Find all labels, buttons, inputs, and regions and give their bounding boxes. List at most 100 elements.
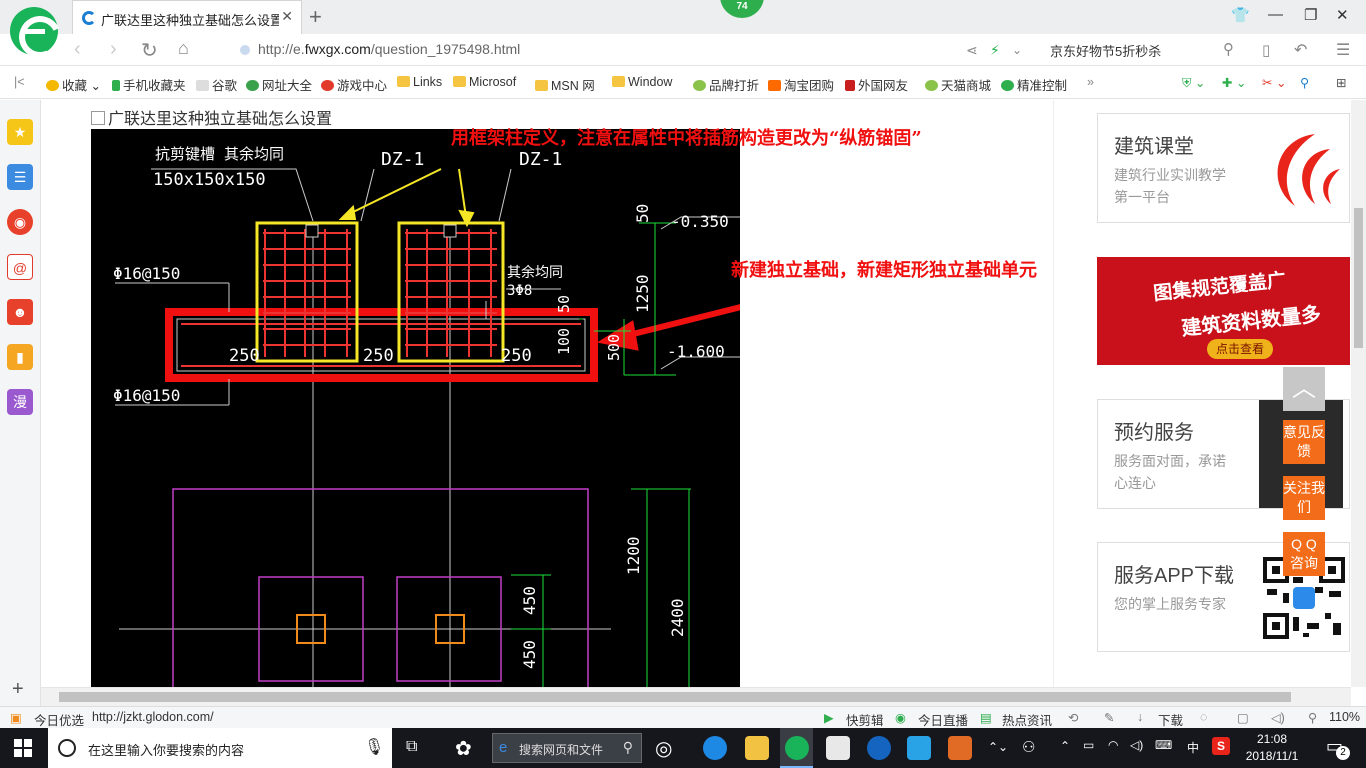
taskbar-scroll-icon[interactable]: ⌃⌄: [988, 740, 1008, 754]
pdf-icon[interactable]: [948, 736, 972, 760]
today-picks[interactable]: 今日优选: [34, 710, 84, 729]
ie-mode-icon[interactable]: ◌: [1200, 710, 1207, 724]
game-icon[interactable]: ☻: [7, 299, 33, 325]
accelerate-icon[interactable]: ⟲: [1068, 710, 1078, 725]
speaker-icon[interactable]: ◁): [1130, 738, 1143, 752]
microphone-icon[interactable]: 🎙: [364, 737, 384, 757]
bookmark-microsoft[interactable]: Microsof: [453, 75, 516, 89]
volume-icon[interactable]: ◁): [1271, 710, 1285, 725]
tray-expand-icon[interactable]: ⌃: [1060, 739, 1070, 753]
share-icon[interactable]: ⋖: [966, 42, 978, 59]
bookmark-taobao[interactable]: 淘宝团购: [768, 75, 834, 94]
edge-icon[interactable]: [867, 736, 891, 760]
live-link[interactable]: 今日直播: [918, 710, 968, 729]
card-course[interactable]: 建筑课堂 建筑行业实训教学第一平台: [1097, 113, 1350, 223]
bookmark-hao[interactable]: 网址大全: [246, 75, 312, 94]
keyboard-icon[interactable]: ⌨: [1155, 738, 1172, 752]
system-clock[interactable]: 21:08 2018/11/1: [1244, 731, 1300, 765]
horizontal-scrollbar[interactable]: [41, 687, 1351, 706]
shield-icon[interactable]: ⛨ ⌄: [1182, 75, 1205, 91]
explorer-icon[interactable]: [745, 736, 769, 760]
sogou-icon[interactable]: S: [1212, 737, 1230, 755]
tab-close-icon[interactable]: ✕: [281, 8, 293, 25]
news-link[interactable]: 热点资讯: [1002, 710, 1052, 729]
chevron-down-icon[interactable]: ⌄: [1012, 43, 1022, 57]
apps-icon[interactable]: ⊞: [1336, 75, 1346, 90]
restore-button[interactable]: ❐: [1304, 6, 1317, 24]
add-sidebar-button[interactable]: +: [12, 678, 24, 701]
feedback-button[interactable]: 意见反馈: [1283, 420, 1325, 464]
search-input[interactable]: 京东好物节5折秒杀: [1050, 41, 1161, 60]
comic-icon[interactable]: 漫: [7, 389, 33, 415]
chrome-like-icon[interactable]: ◎: [655, 736, 672, 761]
ie-icon[interactable]: [703, 736, 727, 760]
horizontal-scroll-thumb[interactable]: [59, 692, 1291, 702]
star-icon[interactable]: ★: [7, 119, 33, 145]
window-icon[interactable]: ▢: [1237, 710, 1249, 725]
promo-banner[interactable]: 图集规范覆盖广 建筑资料数量多 点击查看: [1097, 257, 1350, 365]
news-icon[interactable]: ☰: [7, 164, 33, 190]
ime-indicator[interactable]: 中: [1187, 739, 1199, 756]
bookmark-links[interactable]: Links: [397, 75, 442, 89]
clip-link[interactable]: 快剪辑: [846, 710, 884, 729]
taskbar-search-input[interactable]: 在这里输入你要搜索的内容: [88, 740, 244, 759]
download-link[interactable]: 下载: [1158, 710, 1183, 729]
bookmark-tmall[interactable]: 天猫商城: [925, 75, 991, 94]
pin-icon[interactable]: ✎: [1104, 710, 1114, 725]
home-icon[interactable]: ⌂: [178, 38, 189, 59]
search-box[interactable]: 京东好物节5折秒杀 ⚲: [1038, 37, 1238, 63]
notification-badge[interactable]: 74: [720, 0, 764, 18]
windows-start-icon[interactable]: [14, 739, 32, 757]
qq-button[interactable]: Q Q 咨询: [1283, 532, 1325, 576]
vertical-scrollbar[interactable]: [1351, 100, 1366, 687]
phone-icon[interactable]: ▯: [1262, 41, 1270, 59]
lightning-icon[interactable]: ⚡: [990, 42, 1000, 59]
vertical-scroll-thumb[interactable]: [1354, 208, 1363, 348]
bookmark-control[interactable]: 精准控制: [1001, 75, 1067, 94]
bookmark-games[interactable]: 游戏中心: [321, 75, 387, 94]
follow-button[interactable]: 关注我们: [1283, 476, 1325, 520]
close-window-button[interactable]: ✕: [1336, 6, 1349, 24]
bookmark-msn[interactable]: MSN 网: [535, 75, 595, 94]
weibo-icon[interactable]: ◉: [7, 209, 33, 235]
bookmark-google[interactable]: 谷歌: [196, 75, 237, 94]
bookmark-brand[interactable]: 品牌打折: [693, 75, 759, 94]
zoom-level[interactable]: 110%: [1329, 710, 1360, 724]
book-icon[interactable]: ▮: [7, 344, 33, 370]
task-view-icon[interactable]: ⧉: [406, 738, 417, 756]
tab-active[interactable]: 广联达里这种独立基础怎么设置 ✕: [72, 0, 302, 34]
bookmarks-more[interactable]: »: [1087, 75, 1094, 89]
mail-icon[interactable]: @: [7, 254, 33, 280]
menu-icon[interactable]: ☰: [1336, 40, 1350, 60]
promo-button[interactable]: 点击查看: [1207, 339, 1273, 359]
skin-icon[interactable]: 👕: [1231, 6, 1250, 24]
wifi-icon[interactable]: ◠: [1108, 738, 1118, 752]
minimize-button[interactable]: —: [1268, 6, 1283, 23]
taskbar-search[interactable]: 在这里输入你要搜索的内容 🎙: [48, 728, 392, 768]
zoom-icon[interactable]: ⚲: [1308, 710, 1317, 725]
bookmark-foreign[interactable]: 外国网友: [845, 75, 908, 94]
bookmark-windows[interactable]: Window: [612, 75, 672, 89]
pinwheel-icon[interactable]: ✿: [455, 736, 472, 761]
battery-icon[interactable]: ▭: [1083, 738, 1094, 752]
bookmark-favorites[interactable]: 收藏 ⌄: [46, 75, 101, 94]
taskbar-360-browser[interactable]: [780, 728, 813, 768]
mail-app-icon[interactable]: [826, 736, 850, 760]
new-tab-button[interactable]: +: [309, 4, 322, 30]
search-icon[interactable]: ⚲: [1223, 40, 1234, 58]
address-bar[interactable]: http://e.fwxgx.com/question_1975498.html: [238, 37, 1008, 63]
magnifier-icon[interactable]: ⚲: [1300, 75, 1309, 90]
360-browser-logo[interactable]: [10, 7, 58, 55]
collapse-sidebar-icon[interactable]: |<: [14, 75, 25, 89]
reload-icon[interactable]: ↻: [141, 38, 158, 63]
web-search-text[interactable]: 搜索网页和文件: [519, 741, 603, 758]
translate-icon[interactable]: ✚ ⌄: [1222, 75, 1246, 90]
back-icon[interactable]: ‹: [74, 38, 81, 61]
glodon-icon[interactable]: [907, 736, 931, 760]
people-icon[interactable]: ⚇: [1022, 738, 1035, 756]
back-to-top-button[interactable]: ︿: [1283, 367, 1325, 411]
bookmark-mobile[interactable]: 手机收藏夹: [112, 75, 186, 94]
undo-icon[interactable]: ↶: [1294, 40, 1307, 60]
scissors-icon[interactable]: ✂ ⌄: [1262, 75, 1286, 90]
forward-icon[interactable]: ›: [110, 38, 117, 61]
